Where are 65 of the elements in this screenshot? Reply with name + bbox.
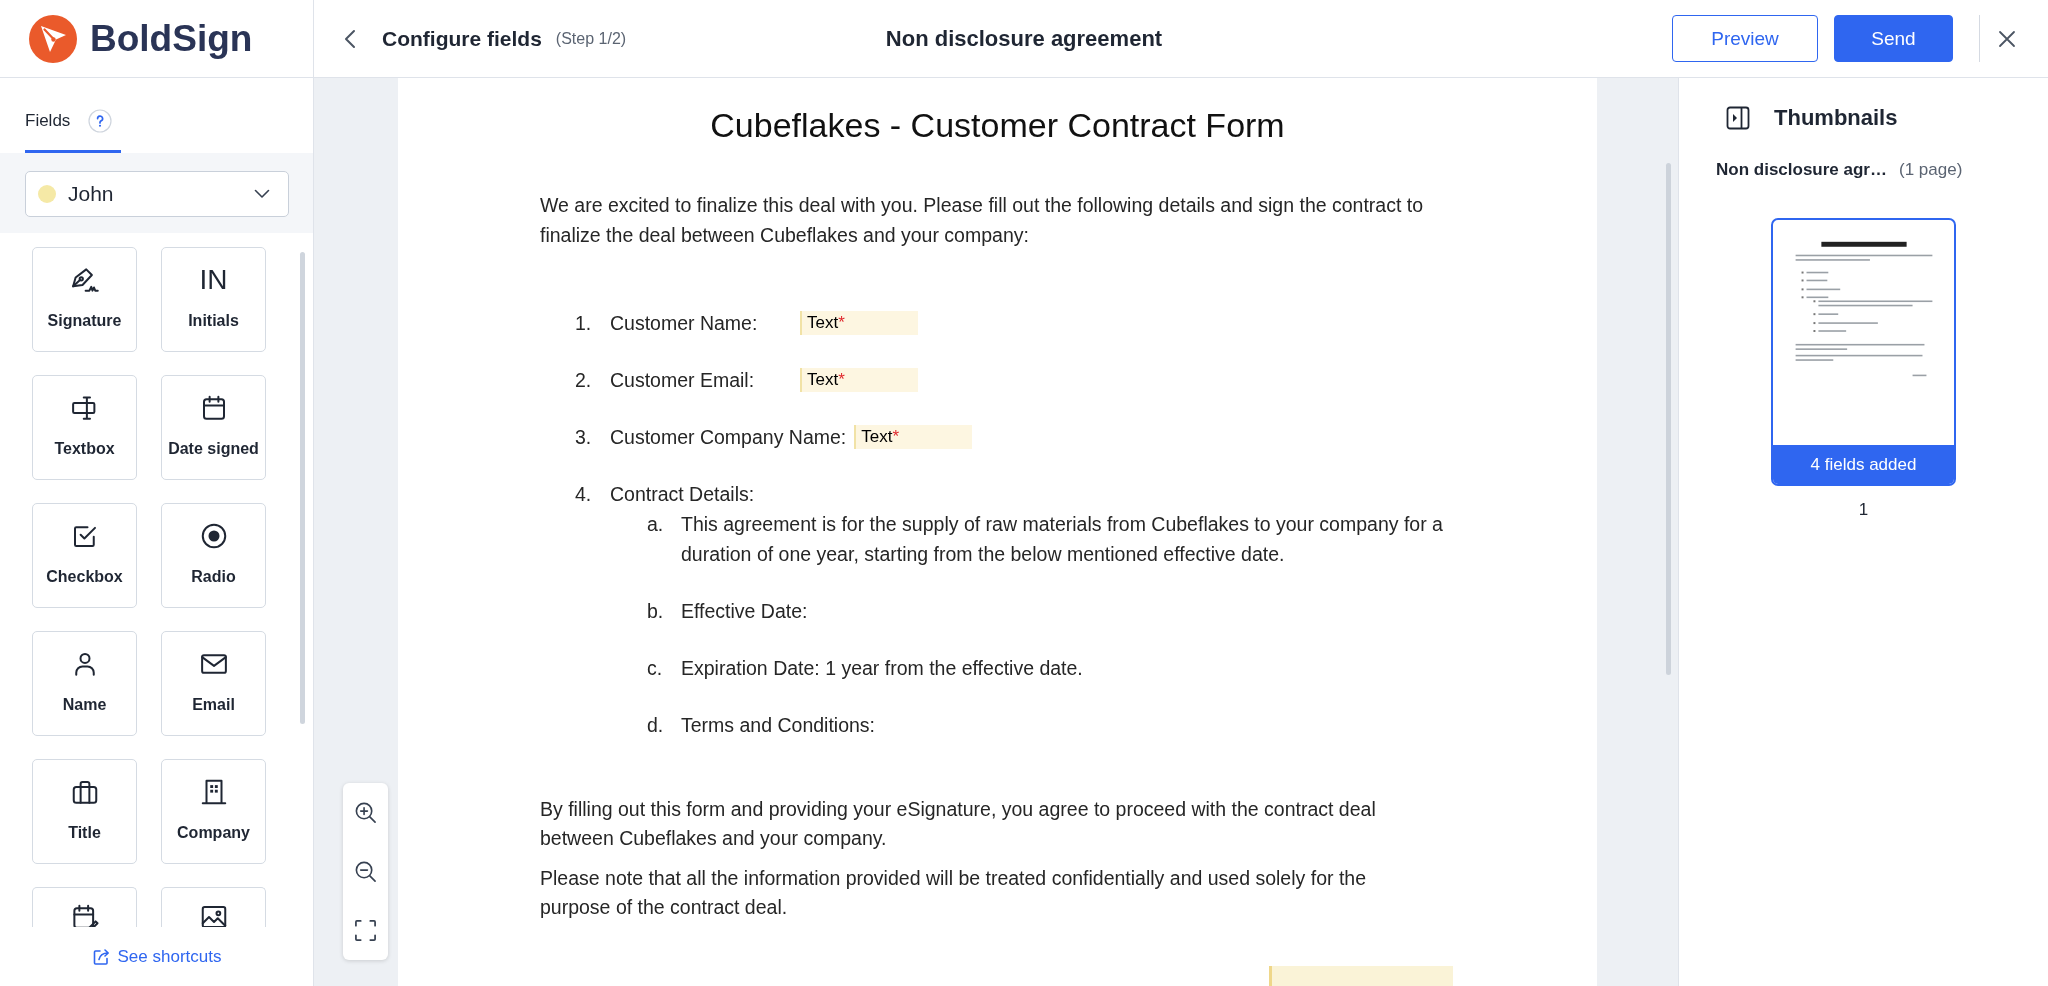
list-number: 2.	[575, 368, 593, 393]
list-item-text: Effective Date:	[681, 599, 809, 624]
field-type-button[interactable]	[32, 887, 137, 927]
list-item-text: Terms and Conditions:	[681, 713, 876, 738]
list-number: 3.	[575, 425, 593, 450]
pen-icon	[69, 265, 100, 295]
step-indicator: (Step 1/2)	[555, 29, 627, 48]
intro-paragraph: We are excited to finalize this deal with you. Please fill out the following details and sign the contract to finalize the deal between Cubeflakes and your company:	[540, 193, 1425, 248]
list-letter: d.	[647, 713, 665, 738]
list-number: 4.	[575, 482, 593, 507]
list-letter: b.	[647, 599, 665, 624]
zoom-in-icon	[354, 801, 377, 824]
external-link-icon	[91, 947, 110, 966]
text-field[interactable]: Text*	[800, 311, 918, 335]
fields-added-badge: 4 fields added	[1773, 445, 1954, 484]
page-number: 1	[1858, 500, 1869, 520]
field-type-button[interactable]: Title	[32, 759, 137, 864]
closing-paragraph: By filling out this form and providing your eSignature, you agree to proceed with the contract deal between Cubeflakes and your company.	[540, 797, 1377, 851]
list-item-label: Contract Details:	[610, 482, 756, 507]
close-button[interactable]	[1998, 29, 2016, 48]
closing-paragraph: Please note that all the information provided will be treated confidentially and used solely for the purpose of the contract deal.	[540, 866, 1367, 920]
field-type-button[interactable]: Signature	[32, 247, 137, 352]
send-button[interactable]: Send	[1834, 15, 1953, 62]
page-thumbnail[interactable]: 4 fields added	[1771, 218, 1956, 486]
logo-icon	[29, 14, 77, 63]
list-item-text: This agreement is for the supply of raw materials from Cubeflakes to your company for a duration of one year, starting from the below mentioned effective date.	[681, 512, 1444, 567]
list-item-label: Customer Company Name:	[610, 425, 847, 450]
scrollbar[interactable]	[300, 252, 305, 724]
see-shortcuts-link[interactable]: See shortcuts	[91, 946, 222, 967]
scrollbar[interactable]	[1666, 163, 1671, 675]
thumbnails-heading: Thumbnails	[1774, 105, 1898, 131]
fullscreen-icon	[354, 919, 377, 942]
preview-button[interactable]: Preview	[1672, 15, 1818, 62]
field-type-button[interactable]: Date signed	[161, 375, 266, 480]
field-type-button[interactable]: Email	[161, 631, 266, 736]
help-icon[interactable]	[88, 109, 113, 133]
logo-wordmark: BoldSign	[90, 17, 253, 60]
signer-dot-icon	[38, 185, 56, 203]
list-letter: a.	[647, 512, 665, 537]
close-icon	[1998, 29, 2016, 48]
document-heading: Cubeflakes - Customer Contract Form	[709, 105, 1286, 145]
chevron-down-icon	[254, 189, 270, 199]
field-type-button[interactable]: Checkbox	[32, 503, 137, 608]
field-type-button[interactable]: Textbox	[32, 375, 137, 480]
document-name: Non disclosure agr…	[1716, 160, 1887, 180]
list-item-label: Customer Email:	[610, 368, 756, 393]
field-type-button[interactable]: IN Initials	[161, 247, 266, 352]
field-type-button[interactable]	[161, 887, 266, 927]
field-type-button[interactable]: Name	[32, 631, 137, 736]
document-title: Non disclosure agreement	[885, 25, 1163, 52]
zoom-out-icon	[354, 860, 377, 883]
text-field[interactable]: Text*	[800, 368, 918, 392]
list-item-label: Customer Name:	[610, 311, 759, 336]
signer-dropdown[interactable]: John	[25, 171, 289, 217]
page-title: Configure fields	[382, 26, 542, 51]
list-letter: c.	[647, 656, 664, 681]
field-type-button[interactable]: Radio	[161, 503, 266, 608]
panel-toggle-icon[interactable]	[1726, 106, 1750, 130]
list-number: 1.	[575, 311, 593, 336]
initials-icon: IN	[199, 265, 228, 295]
chevron-left-icon	[344, 28, 356, 49]
text-field[interactable]: Text*	[854, 425, 973, 449]
list-item-text: Expiration Date: 1 year from the effective date.	[681, 656, 1084, 681]
field-type-button[interactable]: Company	[161, 759, 266, 864]
page-count: (1 page)	[1899, 160, 1963, 180]
